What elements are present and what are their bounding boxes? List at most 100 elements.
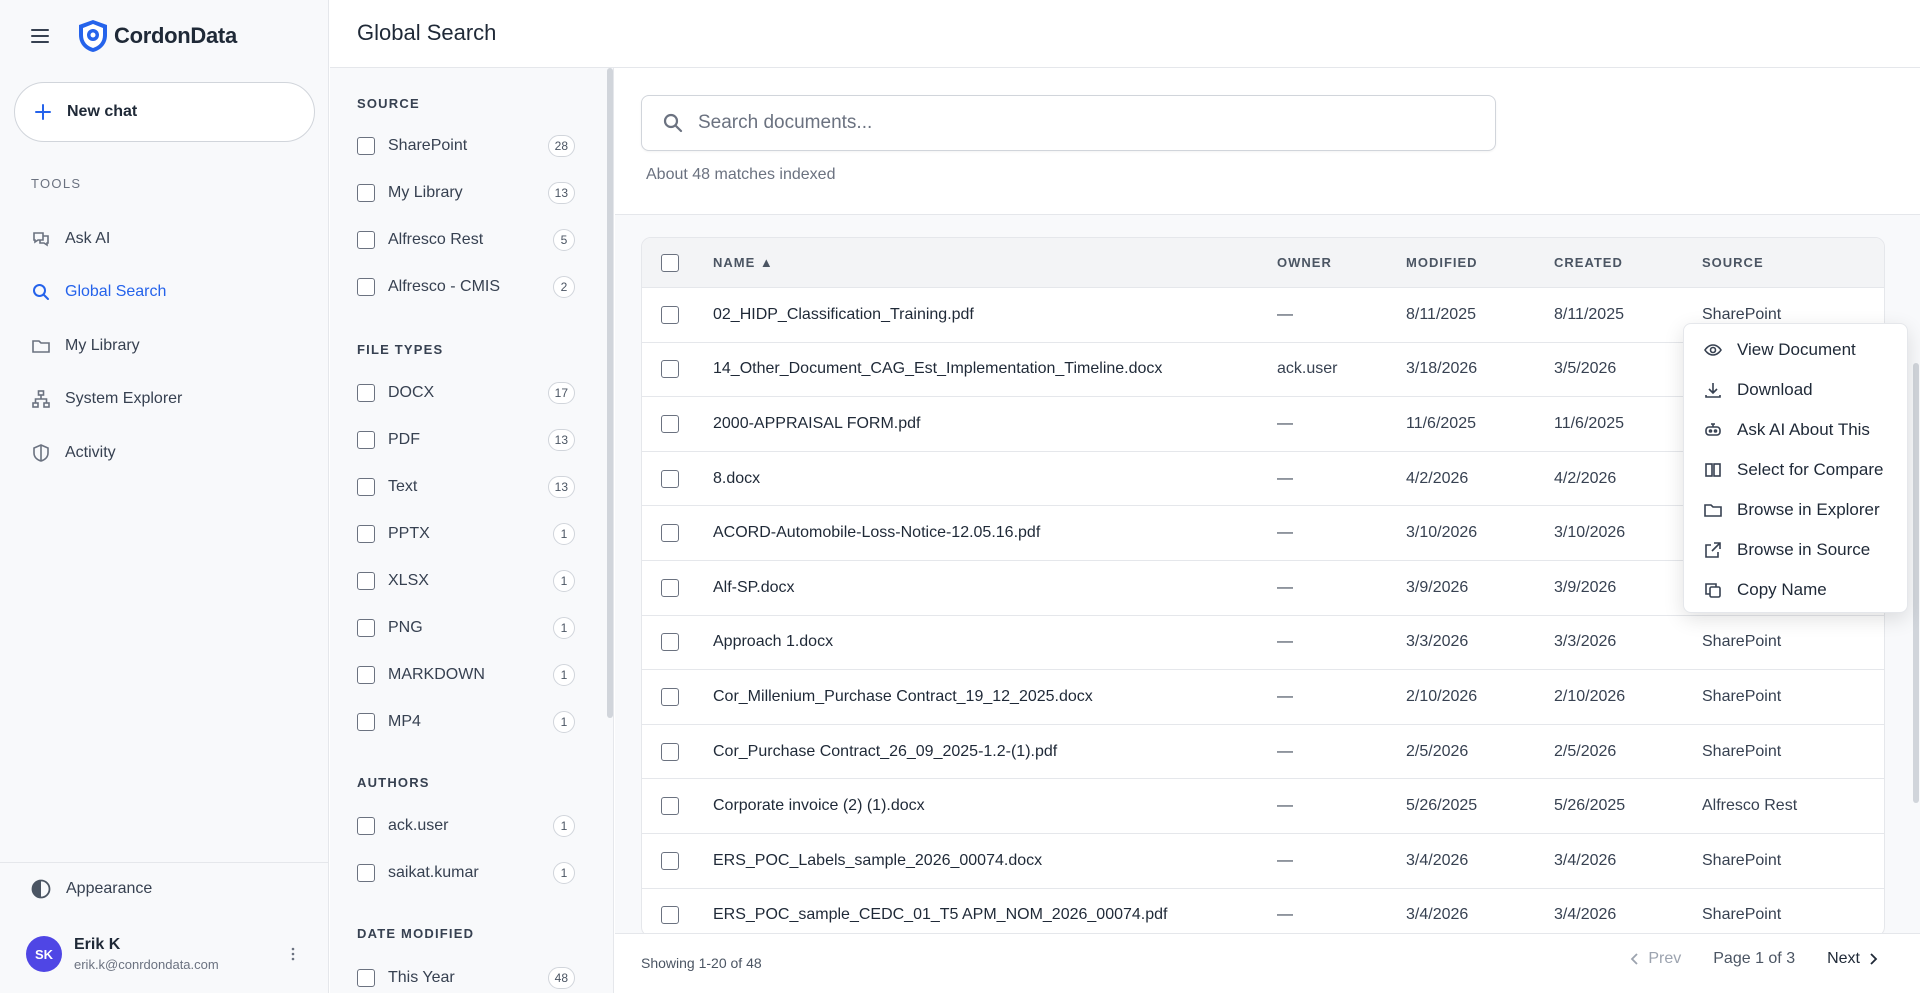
checkbox[interactable] (357, 864, 375, 882)
cell-name: ACORD-Automobile-Loss-Notice-12.05.16.pd… (713, 524, 1041, 542)
results-scrollbar[interactable] (1913, 363, 1919, 803)
checkbox[interactable] (357, 969, 375, 987)
next-label: Next (1827, 950, 1860, 967)
filter-option[interactable]: Text 13 (357, 475, 575, 499)
filter-option[interactable]: PPTX 1 (357, 522, 575, 546)
logo[interactable]: CordonData (76, 18, 237, 54)
row-checkbox-cell (642, 469, 713, 488)
filter-option[interactable]: PNG 1 (357, 616, 575, 640)
checkbox[interactable] (357, 278, 375, 296)
sidebar-item-my-library[interactable]: My Library (0, 319, 329, 373)
user-profile[interactable]: SK Erik K erik.k@conrdondata.com (26, 936, 219, 972)
cell-modified: 3/10/2026 (1406, 524, 1478, 542)
cell-modified: 3/9/2026 (1406, 578, 1469, 596)
column-header-created[interactable]: CREATED (1554, 255, 1702, 270)
filter-count: 1 (553, 862, 575, 884)
checkbox[interactable] (357, 817, 375, 835)
appearance-toggle[interactable]: Appearance (30, 878, 152, 900)
filter-option[interactable]: XLSX 1 (357, 569, 575, 593)
row-checkbox[interactable] (661, 797, 679, 816)
row-checkbox[interactable] (661, 633, 679, 652)
column-header-name[interactable]: NAME ▲ (713, 255, 1277, 270)
filter-option[interactable]: This Year 48 (357, 966, 575, 990)
row-checkbox[interactable] (661, 742, 679, 761)
select-all-checkbox[interactable] (661, 253, 679, 272)
cell-created: 3/10/2026 (1554, 524, 1626, 542)
row-checkbox[interactable] (661, 906, 679, 925)
sidebar-item-ask-ai[interactable]: Ask AI (0, 212, 329, 266)
filter-option[interactable]: ack.user 1 (357, 814, 575, 838)
search-input[interactable] (698, 112, 1458, 134)
cell-modified: 4/2/2026 (1406, 469, 1469, 487)
table-row[interactable]: Cor_Purchase Contract_26_09_2025-1.2-(1)… (642, 725, 1884, 780)
filter-option[interactable]: DOCX 17 (357, 381, 575, 405)
table-row[interactable]: ERS_POC_Labels_sample_2026_00074.docx — 3/… (642, 834, 1884, 889)
row-checkbox[interactable] (661, 524, 679, 543)
filter-count: 13 (547, 476, 575, 498)
sidebar-divider (0, 862, 329, 863)
checkbox[interactable] (357, 619, 375, 637)
filter-option[interactable]: SharePoint 28 (357, 134, 575, 158)
checkbox[interactable] (357, 478, 375, 496)
column-header-owner[interactable]: OWNER (1277, 255, 1406, 270)
next-button[interactable]: Next (1827, 950, 1880, 968)
cell-created: 2/5/2026 (1554, 742, 1617, 760)
table-row[interactable]: Cor_Millenium_Purchase Contract_19_12_20… (642, 670, 1884, 725)
filter-option[interactable]: MP4 1 (357, 710, 575, 734)
table-row[interactable]: ERS_POC_sample_CEDC_01_T5 APM_NOM_2026_0… (642, 889, 1884, 936)
filter-option[interactable]: Alfresco Rest 5 (357, 228, 575, 252)
pagination-bar: Showing 1-20 of 48 Prev Page 1 of 3 Next (615, 933, 1920, 993)
checkbox[interactable] (357, 572, 375, 590)
menu-item-browse-explorer[interactable]: Browse in Explorer (1684, 490, 1907, 530)
menu-item-ask-ai[interactable]: Ask AI About This (1684, 410, 1907, 450)
cell-modified: 3/18/2026 (1406, 360, 1478, 378)
more-vertical-icon[interactable] (286, 944, 300, 964)
filter-option[interactable]: Alfresco - CMIS 2 (357, 275, 575, 299)
checkbox[interactable] (357, 231, 375, 249)
checkbox[interactable] (357, 384, 375, 402)
sidebar-item-system-explorer[interactable]: System Explorer (0, 373, 329, 427)
row-checkbox[interactable] (661, 305, 679, 324)
table-row[interactable]: Approach 1.docx — 3/3/2026 3/3/2026 SharePoi… (642, 616, 1884, 671)
hamburger-menu-icon[interactable] (28, 24, 52, 48)
column-header-modified[interactable]: MODIFIED (1406, 255, 1554, 270)
filter-option[interactable]: PDF 13 (357, 428, 575, 452)
row-checkbox[interactable] (661, 469, 679, 488)
filter-option[interactable]: saikat.kumar 1 (357, 861, 575, 885)
sidebar-item-activity[interactable]: Activity (0, 426, 329, 480)
checkbox[interactable] (357, 713, 375, 731)
checkbox[interactable] (357, 666, 375, 684)
menu-item-select-compare[interactable]: Select for Compare (1684, 450, 1907, 490)
table-row[interactable]: Corporate invoice (2) (1).docx — 5/26/2025… (642, 779, 1884, 834)
column-header-source[interactable]: SOURCE (1702, 255, 1882, 270)
filter-label: Alfresco - CMIS (388, 278, 501, 295)
search-bar[interactable] (641, 95, 1496, 151)
sidebar-item-global-search[interactable]: Global Search (0, 266, 329, 320)
row-checkbox[interactable] (661, 687, 679, 706)
menu-item-view-document[interactable]: View Document (1684, 330, 1907, 370)
row-checkbox-cell (642, 851, 713, 870)
checkbox[interactable] (357, 525, 375, 543)
cell-name: 2000-APPRAISAL FORM.pdf (713, 414, 921, 432)
row-checkbox[interactable] (661, 414, 679, 433)
filter-option[interactable]: MARKDOWN 1 (357, 663, 575, 687)
checkbox[interactable] (357, 431, 375, 449)
checkbox[interactable] (357, 184, 375, 202)
menu-item-copy-name[interactable]: Copy Name (1684, 570, 1907, 610)
external-link-icon (1703, 540, 1723, 560)
filter-option[interactable]: My Library 13 (357, 181, 575, 205)
new-chat-button[interactable]: New chat (14, 82, 315, 142)
row-checkbox[interactable] (661, 578, 679, 597)
row-checkbox-cell (642, 687, 713, 706)
menu-item-browse-source[interactable]: Browse in Source (1684, 530, 1907, 570)
prev-button[interactable]: Prev (1628, 950, 1681, 968)
menu-item-download[interactable]: Download (1684, 370, 1907, 410)
checkbox[interactable] (357, 137, 375, 155)
filter-label: This Year (388, 969, 455, 986)
filter-scrollbar[interactable] (607, 68, 613, 718)
row-checkbox[interactable] (661, 360, 679, 379)
cell-created: 3/3/2026 (1554, 633, 1617, 651)
row-checkbox[interactable] (661, 851, 679, 870)
page-header: Global Search (330, 0, 1920, 68)
menu-item-label: Browse in Source (1737, 540, 1871, 559)
